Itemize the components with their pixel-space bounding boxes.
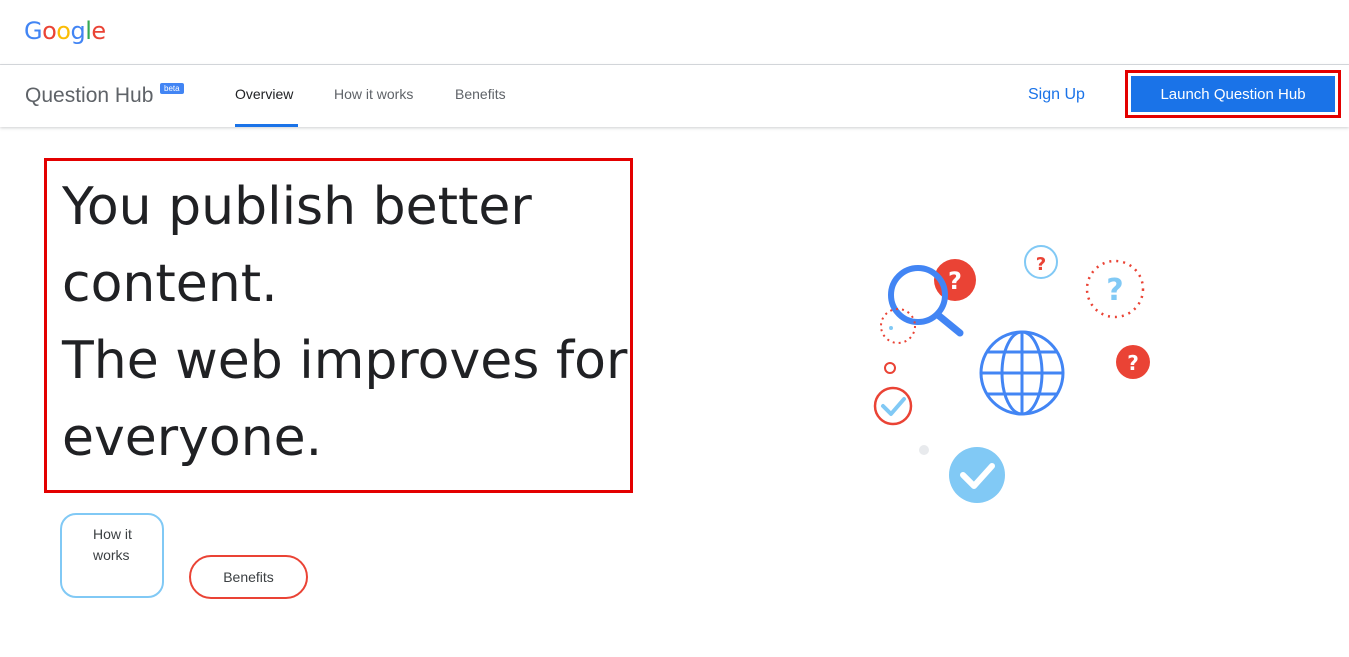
headline-line: everyone. bbox=[62, 408, 323, 468]
active-tab-indicator bbox=[235, 124, 298, 127]
tab-overview[interactable]: Overview bbox=[235, 86, 293, 102]
headline-line: You publish better bbox=[62, 177, 532, 237]
logo-letter: o bbox=[42, 17, 57, 45]
question-outline-icon: ? bbox=[1024, 245, 1058, 279]
beta-badge: beta bbox=[160, 83, 184, 94]
question-dotted-icon: ? bbox=[1085, 259, 1145, 319]
check-icon bbox=[949, 447, 1005, 503]
google-logo[interactable]: Google bbox=[24, 17, 106, 46]
dot bbox=[889, 326, 893, 330]
headline-line: The web improves for bbox=[62, 331, 628, 391]
sign-up-link[interactable]: Sign Up bbox=[1028, 86, 1085, 104]
launch-question-hub-button[interactable]: Launch Question Hub bbox=[1131, 76, 1335, 112]
logo-letter: e bbox=[91, 17, 106, 45]
grey-dot bbox=[919, 445, 929, 455]
tab-how-it-works[interactable]: How it works bbox=[334, 86, 413, 102]
launch-highlight: Launch Question Hub bbox=[1125, 70, 1341, 118]
how-it-works-button[interactable]: How it works bbox=[60, 513, 164, 598]
benefits-button[interactable]: Benefits bbox=[189, 555, 308, 599]
globe-icon bbox=[979, 330, 1065, 416]
question-mark-text: ? bbox=[1106, 273, 1123, 308]
product-navbar: Question Hub beta Overview How it works … bbox=[0, 65, 1349, 127]
product-title[interactable]: Question Hub bbox=[25, 84, 153, 108]
google-header: Google bbox=[0, 0, 1349, 65]
question-mark-text: ? bbox=[1036, 254, 1046, 275]
hero-illustration: ? ? ? ? bbox=[873, 245, 1150, 503]
check-outline-icon bbox=[873, 386, 913, 426]
hero-headline: You publish better content. The web impr… bbox=[62, 169, 628, 477]
question-mark-text: ? bbox=[1127, 351, 1139, 375]
headline-highlight: You publish better content. The web impr… bbox=[44, 158, 633, 493]
headline-line: content. bbox=[62, 254, 278, 314]
question-mark-text: ? bbox=[948, 267, 962, 295]
tab-benefits[interactable]: Benefits bbox=[455, 86, 506, 102]
how-it-works-label: How it works bbox=[93, 526, 132, 563]
logo-letter: G bbox=[24, 17, 43, 45]
small-ring bbox=[884, 362, 896, 374]
logo-letter: o bbox=[56, 17, 71, 45]
question-bubble-icon: ? bbox=[1116, 345, 1150, 379]
logo-letter: g bbox=[70, 17, 86, 45]
